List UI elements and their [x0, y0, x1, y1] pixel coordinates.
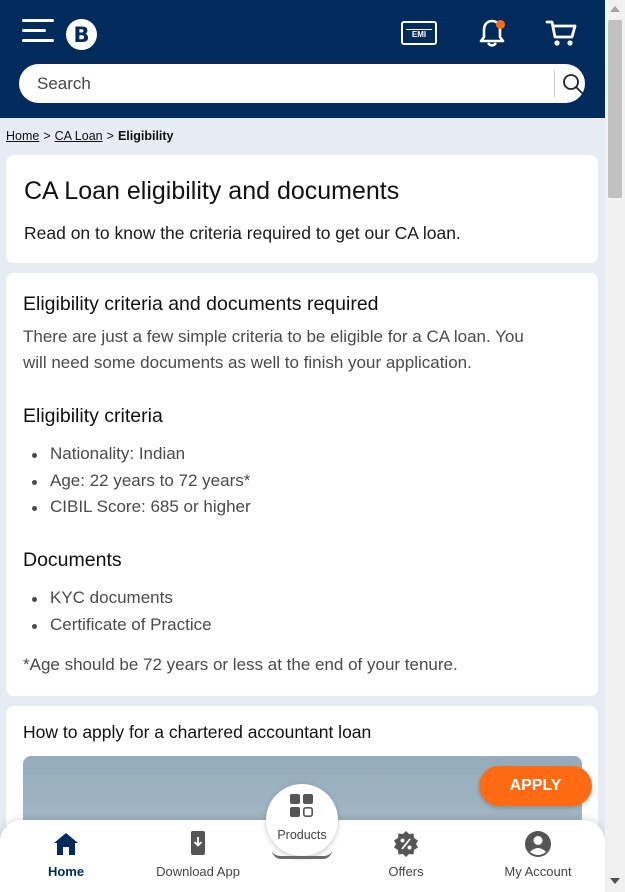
criteria-heading: Eligibility criteria [23, 405, 163, 427]
list-item: CIBIL Score: 685 or higher [32, 494, 251, 521]
list-item: Age: 22 years to 72 years* [32, 468, 251, 495]
nav-products-label: Products [277, 828, 327, 842]
home-icon [52, 830, 80, 858]
breadcrumb-separator: > [43, 129, 51, 143]
breadcrumb: Home > CA Loan > Eligibility [6, 129, 174, 143]
bell-icon[interactable] [478, 18, 506, 48]
list-item: Nationality: Indian [32, 441, 251, 468]
eligibility-intro-line-1: There are just a few simple criteria to … [23, 327, 524, 346]
documents-heading: Documents [23, 549, 122, 571]
search-icon[interactable] [562, 73, 584, 95]
offers-icon [392, 830, 420, 858]
how-to-apply-heading: How to apply for a chartered accountant … [23, 722, 372, 742]
nav-account-label: My Account [504, 864, 572, 879]
nav-home-label: Home [47, 864, 85, 879]
nav-download-label: Download App [156, 864, 240, 879]
list-item: KYC documents [32, 585, 212, 612]
list-item: Certificate of Practice [32, 612, 212, 639]
menu-icon[interactable] [22, 19, 56, 43]
breadcrumb-home[interactable]: Home [6, 129, 39, 143]
nav-download-app[interactable]: Download App [148, 820, 248, 892]
download-app-icon [184, 830, 212, 858]
nav-offers[interactable]: Offers [366, 820, 446, 892]
page-title: CA Loan eligibility and documents [24, 177, 400, 205]
search-divider [554, 70, 555, 97]
apply-button[interactable]: APPLY [479, 766, 592, 806]
cart-icon[interactable] [545, 18, 577, 48]
eligibility-heading: Eligibility criteria and documents requi… [23, 293, 379, 315]
account-icon [524, 830, 552, 858]
page-subtitle: Read on to know the criteria required to… [24, 223, 461, 243]
search-input[interactable] [37, 64, 537, 103]
search-bar [19, 64, 585, 103]
nav-products[interactable]: Products [266, 784, 338, 859]
documents-list: KYC documents Certificate of Practice [32, 585, 212, 639]
breadcrumb-separator: > [106, 129, 114, 143]
scroll-down-arrow[interactable] [610, 878, 620, 884]
breadcrumb-ca-loan[interactable]: CA Loan [55, 129, 103, 143]
hero-card: CA Loan eligibility and documents Read o… [6, 155, 598, 263]
breadcrumb-current: Eligibility [117, 129, 174, 143]
scroll-up-arrow[interactable] [610, 6, 620, 12]
page-viewport: B EMI Search Home > CA Loan > Eligibilit… [0, 0, 605, 892]
emi-label: EMI [411, 30, 427, 39]
age-footnote: *Age should be 72 years or less at the e… [23, 655, 458, 674]
nav-home[interactable]: Home [26, 820, 106, 892]
eligibility-intro-line-2: will need some documents as well to fini… [23, 353, 472, 372]
page-scrollbar[interactable] [605, 0, 625, 892]
scroll-thumb[interactable] [608, 20, 622, 198]
nav-my-account[interactable]: My Account [493, 820, 583, 892]
nav-offers-label: Offers [388, 864, 424, 879]
emi-calculator-icon[interactable]: EMI [401, 21, 437, 45]
criteria-list: Nationality: Indian Age: 22 years to 72 … [32, 441, 251, 521]
brand-logo[interactable]: B [66, 19, 97, 50]
products-grid-icon [289, 793, 315, 819]
eligibility-card: Eligibility criteria and documents requi… [6, 273, 598, 696]
top-header: B EMI [0, 0, 605, 118]
notification-dot [496, 20, 505, 29]
